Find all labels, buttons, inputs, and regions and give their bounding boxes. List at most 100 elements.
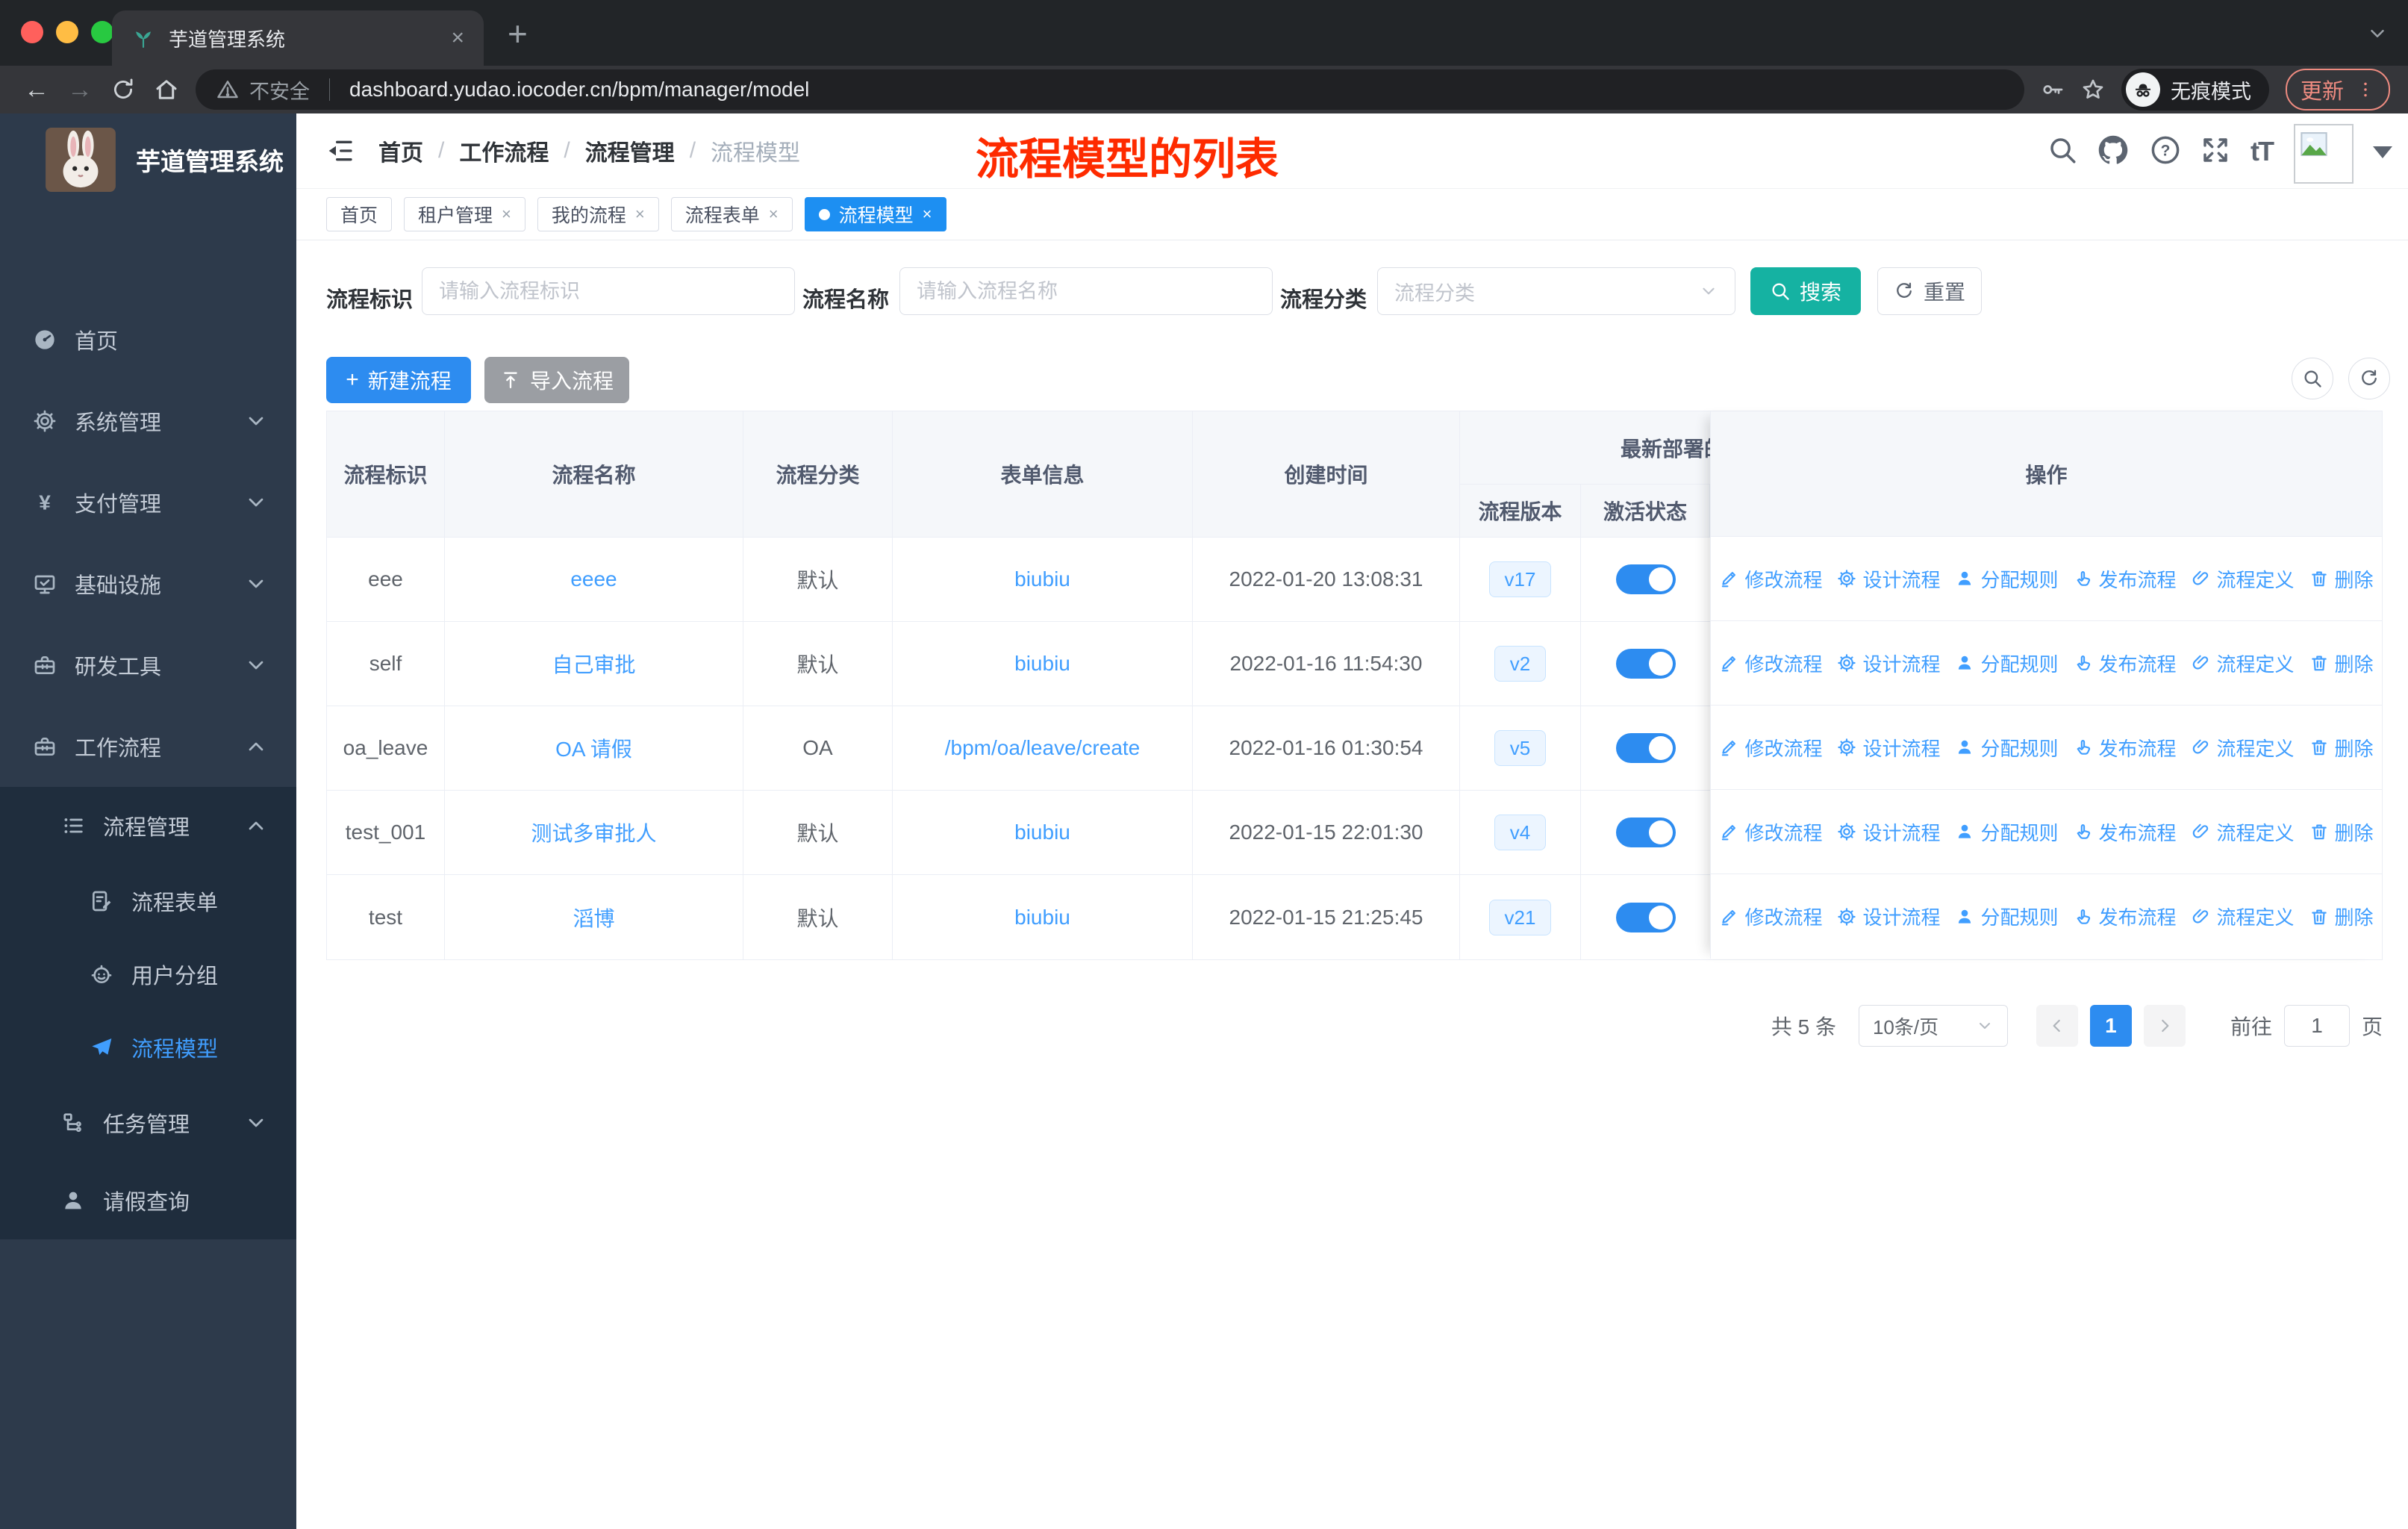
font-size-icon[interactable]: tT [2251, 136, 2274, 167]
action-design-link[interactable]: 设计流程 [1837, 903, 1940, 930]
app-logo-row[interactable]: 芋道管理系统 [0, 113, 296, 196]
forward-button[interactable]: → [58, 75, 102, 105]
breadcrumb-item[interactable]: 流程管理 [585, 134, 675, 167]
process-name-link[interactable]: eeee [570, 567, 617, 591]
action-deploy-link[interactable]: 发布流程 [2074, 650, 2177, 677]
action-design-link[interactable]: 设计流程 [1837, 565, 1940, 593]
sidebar-item-process-form[interactable]: 流程表单 [0, 865, 296, 938]
tab-close-icon[interactable]: × [451, 27, 464, 49]
sidebar-item-process-mgmt[interactable]: 流程管理 [0, 787, 296, 865]
sidebar-item-workflow[interactable]: 工作流程 [0, 706, 296, 787]
next-page-button[interactable] [2143, 1005, 2186, 1047]
action-deploy-link[interactable]: 发布流程 [2074, 734, 2177, 762]
view-tag-流程表单[interactable]: 流程表单 × [670, 197, 793, 231]
sidebar-item-infra[interactable]: 基础设施 [0, 543, 296, 624]
action-deploy-link[interactable]: 发布流程 [2074, 903, 2177, 930]
view-tag-我的流程[interactable]: 我的流程 × [537, 197, 659, 231]
action-deploy-link[interactable]: 发布流程 [2074, 818, 2177, 846]
process-name-link[interactable]: 自己审批 [552, 649, 635, 679]
create-process-button[interactable]: + 新建流程 [326, 357, 471, 403]
action-assign-link[interactable]: 分配规则 [1955, 818, 2059, 846]
action-assign-link[interactable]: 分配规则 [1955, 565, 2059, 593]
action-definition-link[interactable]: 流程定义 [2192, 818, 2295, 846]
bookmark-star-icon[interactable] [2081, 78, 2105, 102]
action-modify-link[interactable]: 修改流程 [1719, 903, 1822, 930]
minimize-window-button[interactable] [56, 21, 78, 43]
sidebar-item-process-model[interactable]: 流程模型 [0, 1011, 296, 1084]
action-modify-link[interactable]: 修改流程 [1719, 565, 1822, 593]
sidebar-item-devtools[interactable]: 研发工具 [0, 624, 296, 706]
status-toggle[interactable] [1615, 649, 1676, 679]
close-window-button[interactable] [21, 21, 43, 43]
status-toggle[interactable] [1615, 902, 1676, 932]
current-page-button[interactable]: 1 [2089, 1005, 2132, 1047]
action-assign-link[interactable]: 分配规则 [1955, 903, 2059, 930]
github-icon[interactable] [2097, 134, 2129, 166]
action-delete-link[interactable]: 删除 [2309, 565, 2374, 593]
sidebar-item-system[interactable]: 系统管理 [0, 380, 296, 461]
table-refresh-button[interactable] [2348, 358, 2390, 399]
back-button[interactable]: ← [15, 75, 58, 105]
view-tag-租户管理[interactable]: 租户管理 × [404, 197, 525, 231]
header-search-icon[interactable] [2047, 134, 2078, 166]
action-definition-link[interactable]: 流程定义 [2192, 734, 2295, 762]
action-design-link[interactable]: 设计流程 [1837, 650, 1940, 677]
status-toggle[interactable] [1615, 818, 1676, 847]
sidebar-collapse-icon[interactable] [325, 136, 355, 166]
sidebar-item-payment[interactable]: ¥ 支付管理 [0, 461, 296, 543]
home-button[interactable] [145, 76, 188, 103]
sidebar-item-home[interactable]: 首页 [0, 299, 296, 380]
action-definition-link[interactable]: 流程定义 [2192, 565, 2295, 593]
action-delete-link[interactable]: 删除 [2309, 818, 2374, 846]
tag-close-icon[interactable]: × [635, 205, 645, 224]
view-tag-流程模型[interactable]: 流程模型 × [804, 197, 946, 231]
filter-key-input[interactable] [422, 267, 795, 315]
process-name-link[interactable]: 测试多审批人 [531, 818, 656, 847]
process-name-link[interactable]: 滔博 [573, 903, 614, 932]
action-delete-link[interactable]: 删除 [2309, 903, 2374, 930]
action-assign-link[interactable]: 分配规则 [1955, 734, 2059, 762]
tag-close-icon[interactable]: × [769, 205, 779, 224]
zoom-window-button[interactable] [91, 21, 113, 43]
breadcrumb-item[interactable]: 工作流程 [459, 134, 549, 167]
help-icon[interactable]: ? [2150, 134, 2181, 166]
avatar[interactable] [2294, 124, 2354, 184]
view-tag-首页[interactable]: 首页 [326, 197, 393, 231]
browser-update-button[interactable]: 更新 [2286, 69, 2391, 110]
new-tab-button[interactable]: + [508, 13, 528, 54]
fullscreen-icon[interactable] [2200, 134, 2231, 166]
process-name-link[interactable]: OA 请假 [555, 733, 632, 763]
action-modify-link[interactable]: 修改流程 [1719, 818, 1822, 846]
reset-button[interactable]: 重置 [1877, 267, 1982, 315]
filter-name-input[interactable] [899, 267, 1273, 315]
breadcrumb-item[interactable]: 首页 [378, 134, 423, 167]
key-icon[interactable] [2041, 78, 2065, 102]
avatar-caret-down-icon[interactable] [2373, 146, 2392, 158]
page-size-select[interactable]: 10条/页 [1858, 1005, 2008, 1047]
filter-category-select[interactable]: 流程分类 [1377, 267, 1735, 315]
tabstrip-chevron-down-icon[interactable] [2366, 22, 2389, 45]
reload-button[interactable] [102, 77, 145, 102]
action-definition-link[interactable]: 流程定义 [2192, 903, 2295, 930]
action-design-link[interactable]: 设计流程 [1837, 734, 1940, 762]
import-process-button[interactable]: 导入流程 [484, 357, 629, 403]
status-toggle[interactable] [1615, 564, 1676, 594]
sidebar-item-task-mgmt[interactable]: 任务管理 [0, 1084, 296, 1162]
action-definition-link[interactable]: 流程定义 [2192, 650, 2295, 677]
action-modify-link[interactable]: 修改流程 [1719, 734, 1822, 762]
form-link[interactable]: biubiu [1014, 652, 1070, 676]
browser-tab[interactable]: 芋道管理系统 × [112, 10, 484, 66]
table-search-toggle-button[interactable] [2292, 358, 2333, 399]
goto-page-input[interactable] [2283, 1005, 2350, 1047]
action-modify-link[interactable]: 修改流程 [1719, 650, 1822, 677]
action-delete-link[interactable]: 删除 [2309, 650, 2374, 677]
form-link[interactable]: biubiu [1014, 820, 1070, 844]
form-link[interactable]: /bpm/oa/leave/create [945, 736, 1141, 760]
form-link[interactable]: biubiu [1014, 906, 1070, 929]
action-delete-link[interactable]: 删除 [2309, 734, 2374, 762]
status-toggle[interactable] [1615, 733, 1676, 763]
action-deploy-link[interactable]: 发布流程 [2074, 565, 2177, 593]
tag-close-icon[interactable]: × [502, 205, 511, 224]
sidebar-item-leave-query[interactable]: 请假查询 [0, 1162, 296, 1239]
action-assign-link[interactable]: 分配规则 [1955, 650, 2059, 677]
